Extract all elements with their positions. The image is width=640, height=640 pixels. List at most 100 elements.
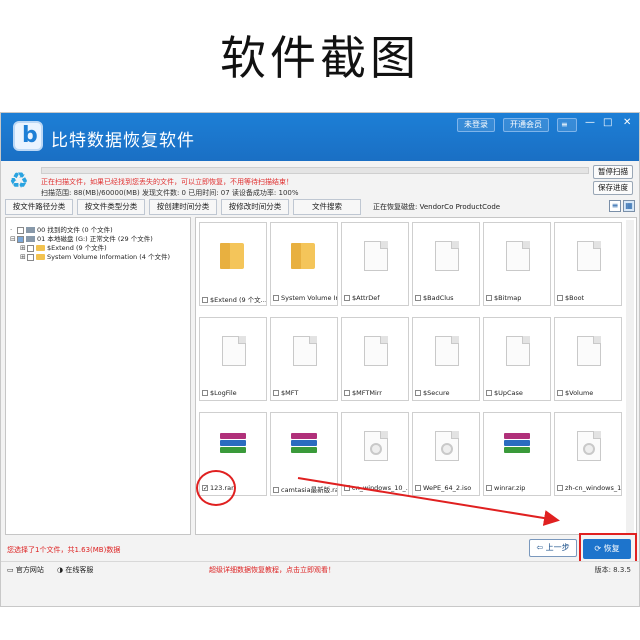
- file-name: $MFT: [281, 389, 299, 397]
- file-tile-label: $BadClus: [415, 294, 479, 302]
- grid-view-icon[interactable]: ▦: [623, 200, 635, 212]
- file-icon: [555, 223, 621, 290]
- file-tile-label: $MFTMirr: [344, 389, 408, 397]
- minimize-icon[interactable]: —: [585, 117, 595, 128]
- file-tile[interactable]: $BadClus: [412, 222, 480, 306]
- file-checkbox[interactable]: [415, 295, 421, 301]
- file-tile[interactable]: System Volume In...: [270, 222, 338, 306]
- file-tile[interactable]: zh-cn_windows_1...: [554, 412, 622, 496]
- title-bar: b 比特数据恢复软件 未登录 开通会员 ≡ — □ ✕: [1, 113, 639, 161]
- pause-scan-button[interactable]: 暂停扫描: [593, 165, 633, 179]
- file-checkbox[interactable]: [486, 485, 492, 491]
- file-tile[interactable]: $Secure: [412, 317, 480, 401]
- footer-bar: ▭ 官方网站 ◑ 在线客服 超级详细数据恢复教程，点击立即观看！ 版本: 8.3…: [1, 561, 639, 577]
- menu-icon[interactable]: ≡: [557, 118, 577, 132]
- page-headline: 软件截图: [220, 31, 420, 85]
- tutorial-link[interactable]: 超级详细数据恢复教程，点击立即观看！: [209, 565, 335, 575]
- file-checkbox[interactable]: [486, 390, 492, 396]
- file-icon: [484, 223, 550, 290]
- maximize-icon[interactable]: □: [603, 117, 612, 128]
- tab-type[interactable]: 按文件类型分类: [77, 199, 145, 215]
- archive-icon: [484, 413, 550, 480]
- file-tile[interactable]: $Extend (9 个文...: [199, 222, 267, 306]
- tab-modified[interactable]: 按修改时间分类: [221, 199, 289, 215]
- file-name: cn_windows_10_...: [352, 484, 408, 492]
- grid-scrollbar[interactable]: [626, 220, 634, 534]
- file-tile-label: $LogFile: [202, 389, 266, 397]
- file-icon: [200, 318, 266, 385]
- file-tile[interactable]: $Bitmap: [483, 222, 551, 306]
- file-tile-label: cn_windows_10_...: [344, 484, 408, 492]
- file-checkbox[interactable]: [273, 295, 279, 301]
- file-name: zh-cn_windows_1...: [565, 484, 621, 492]
- file-tile-label: zh-cn_windows_1...: [557, 484, 621, 492]
- list-view-icon[interactable]: ≡: [609, 200, 621, 212]
- file-name: camtasia最新版.rar: [281, 486, 337, 494]
- prev-button[interactable]: ⇦ 上一步: [529, 539, 577, 557]
- file-checkbox[interactable]: [202, 390, 208, 396]
- tree-item-sysvol[interactable]: ⊞ System Volume Information (4 个文件): [20, 251, 170, 261]
- file-checkbox[interactable]: [557, 295, 563, 301]
- scan-status-text: 正在扫描文件，如果已经找到您丢失的文件，可以立即恢复，不用等待扫描结束！: [41, 178, 293, 186]
- close-icon[interactable]: ✕: [623, 117, 631, 128]
- file-checkbox[interactable]: [557, 485, 563, 491]
- file-name: $Boot: [565, 294, 585, 302]
- file-checkbox[interactable]: [344, 485, 350, 491]
- file-tile-label: $Secure: [415, 389, 479, 397]
- file-name: $Volume: [565, 389, 594, 397]
- app-logo-icon: b: [13, 121, 43, 151]
- file-icon: [342, 318, 408, 385]
- file-tile-label: $UpCase: [486, 389, 550, 397]
- file-checkbox[interactable]: [273, 487, 279, 493]
- category-tabs: 按文件路径分类 按文件类型分类 按创建时间分类 按修改时间分类 文件搜索 正在恢…: [5, 199, 637, 215]
- file-tile-label: $AttrDef: [344, 294, 408, 302]
- tab-created[interactable]: 按创建时间分类: [149, 199, 217, 215]
- file-checkbox[interactable]: [202, 297, 208, 303]
- file-name: $Extend (9 个文...: [210, 296, 266, 304]
- file-tile[interactable]: cn_windows_10_...: [341, 412, 409, 496]
- file-name: $UpCase: [494, 389, 523, 397]
- file-name: $MFTMirr: [352, 389, 382, 397]
- tab-path[interactable]: 按文件路径分类: [5, 199, 73, 215]
- file-tile[interactable]: WePE_64_2.iso: [412, 412, 480, 496]
- file-tile[interactable]: $Boot: [554, 222, 622, 306]
- file-icon: [342, 223, 408, 290]
- file-tile-label: $MFT: [273, 389, 337, 397]
- file-checkbox[interactable]: [486, 295, 492, 301]
- recover-button[interactable]: ⟳ 恢复: [583, 539, 631, 559]
- file-checkbox[interactable]: [415, 390, 421, 396]
- file-tile[interactable]: $Volume: [554, 317, 622, 401]
- vip-button[interactable]: 开通会员: [503, 118, 549, 132]
- selection-status: 您选择了1个文件，共1.63(MB)数据: [7, 546, 121, 554]
- file-checkbox[interactable]: [273, 390, 279, 396]
- version-text: 版本: 8.3.5: [594, 566, 631, 574]
- file-checkbox[interactable]: [344, 295, 350, 301]
- file-tile[interactable]: $MFT: [270, 317, 338, 401]
- file-checkbox[interactable]: [557, 390, 563, 396]
- file-name: $BadClus: [423, 294, 454, 302]
- file-tile-label: WePE_64_2.iso: [415, 484, 479, 492]
- folder-icon: [200, 223, 266, 290]
- file-name: $AttrDef: [352, 294, 380, 302]
- file-checkbox[interactable]: [415, 485, 421, 491]
- folder-icon: [271, 223, 337, 290]
- file-tile[interactable]: winrar.zip: [483, 412, 551, 496]
- file-checkbox[interactable]: [344, 390, 350, 396]
- file-tile[interactable]: $MFTMirr: [341, 317, 409, 401]
- official-site-link[interactable]: ▭ 官方网站: [7, 565, 44, 575]
- support-link[interactable]: ◑ 在线客服: [57, 565, 93, 575]
- file-name: $Secure: [423, 389, 450, 397]
- file-tile[interactable]: camtasia最新版.rar: [270, 412, 338, 496]
- file-tile[interactable]: $UpCase: [483, 317, 551, 401]
- file-tile-label: camtasia最新版.rar: [273, 484, 337, 494]
- file-name: $LogFile: [210, 389, 237, 397]
- archive-icon: [271, 413, 337, 480]
- drive-label: 正在恢复磁盘: VendorCo ProductCode: [373, 203, 501, 211]
- login-status-button[interactable]: 未登录: [457, 118, 495, 132]
- selection-annotation-circle: [196, 470, 236, 506]
- file-name: winrar.zip: [494, 484, 526, 492]
- file-tile[interactable]: $LogFile: [199, 317, 267, 401]
- tab-search[interactable]: 文件搜索: [293, 199, 361, 215]
- save-progress-button[interactable]: 保存进度: [593, 181, 633, 195]
- file-tile[interactable]: $AttrDef: [341, 222, 409, 306]
